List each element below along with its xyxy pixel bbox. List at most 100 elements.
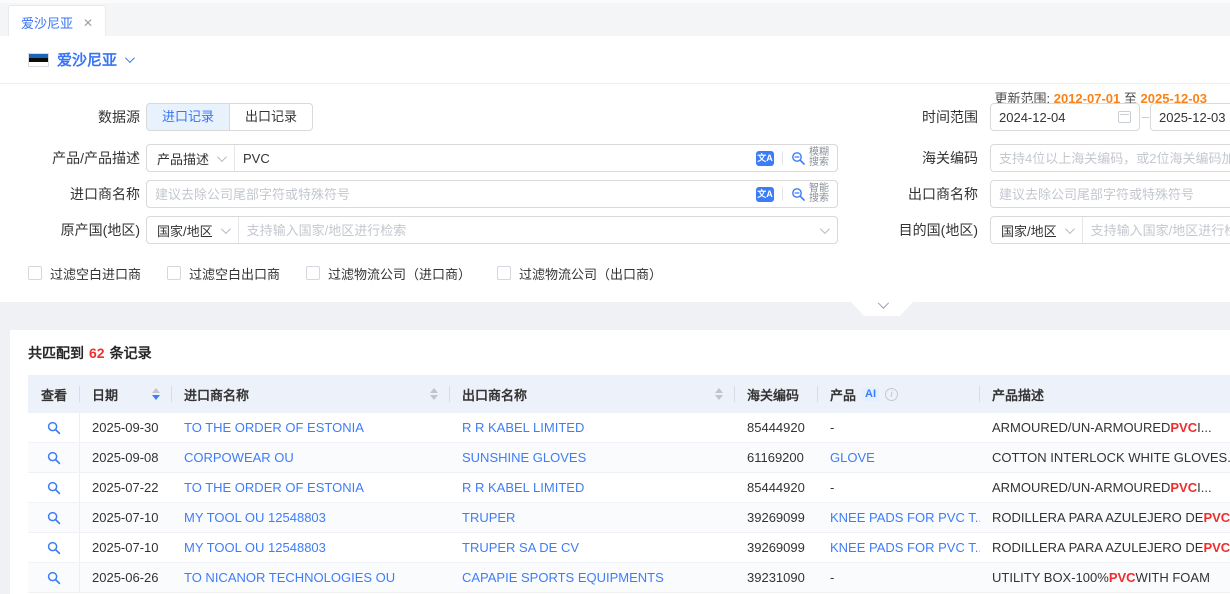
origin-country-select[interactable]: 国家/地区 xyxy=(147,217,239,243)
destination-country-select[interactable]: 国家/地区 xyxy=(991,217,1083,243)
view-record-button[interactable] xyxy=(47,481,61,495)
date-cell: 2025-07-22 xyxy=(80,473,172,502)
checkbox-icon[interactable] xyxy=(497,266,511,280)
collapse-panel-handle[interactable] xyxy=(851,302,913,316)
checkbox-filter-blank-exporter[interactable]: 过滤空白出口商 xyxy=(167,264,280,283)
view-record-button[interactable] xyxy=(47,421,61,435)
result-count: 共匹配到62条记录 xyxy=(28,343,152,363)
importer-link[interactable]: TO THE ORDER OF ESTONIA xyxy=(184,480,364,495)
description-text: RODILLERA PARA AZULEJERO DE xyxy=(992,540,1203,555)
sort-control-importer[interactable] xyxy=(430,388,438,400)
destination-input[interactable] xyxy=(1083,217,1230,243)
exporter-link[interactable]: TRUPER xyxy=(462,510,515,525)
info-icon[interactable]: i xyxy=(885,388,898,401)
sort-desc-icon[interactable] xyxy=(715,395,723,400)
importer-link[interactable]: TO NICANOR TECHNOLOGIES OU xyxy=(184,570,395,585)
checkbox-icon[interactable] xyxy=(167,266,181,280)
date-end-field[interactable] xyxy=(1150,103,1230,131)
product-link[interactable]: KNEE PADS FOR PVC T... xyxy=(830,540,980,555)
date-start-field[interactable] xyxy=(990,103,1140,131)
sort-desc-icon[interactable] xyxy=(430,395,438,400)
tab-bar: 爱沙尼亚 ✕ xyxy=(0,0,1230,36)
importer-cell: TO THE ORDER OF ESTONIA xyxy=(172,413,450,442)
sort-asc-icon[interactable] xyxy=(152,388,160,393)
origin-select-value: 国家/地区 xyxy=(157,221,213,240)
sort-desc-icon[interactable] xyxy=(152,395,160,400)
exporter-cell: TRUPER xyxy=(450,503,735,532)
column-header-date: 日期 xyxy=(80,375,172,413)
importer-link[interactable]: MY TOOL OU 12548803 xyxy=(184,510,326,525)
view-record-button[interactable] xyxy=(47,571,61,585)
exporter-link[interactable]: CAPAPIE SPORTS EQUIPMENTS xyxy=(462,570,664,585)
date-end-input[interactable] xyxy=(1151,104,1230,130)
product-link[interactable]: KNEE PADS FOR PVC T... xyxy=(830,510,980,525)
product-type-select[interactable]: 产品描述 xyxy=(147,145,235,171)
exporter-link[interactable]: R R KABEL LIMITED xyxy=(462,420,584,435)
importer-link[interactable]: TO THE ORDER OF ESTONIA xyxy=(184,420,364,435)
sort-asc-icon[interactable] xyxy=(715,388,723,393)
keyword-highlight: PVC xyxy=(1170,420,1197,435)
country-name[interactable]: 爱沙尼亚 xyxy=(57,49,117,70)
chevron-down-icon xyxy=(217,152,227,162)
product-search-field: 产品描述 文A 模糊搜索 xyxy=(146,144,838,172)
date-start-input[interactable] xyxy=(991,104,1118,130)
column-label: 进口商名称 xyxy=(184,385,249,404)
close-icon[interactable]: ✕ xyxy=(83,16,93,30)
description-cell: UTILITY BOX-100% PVC WITH FOAM xyxy=(980,563,1230,592)
checkbox-filter-logistics-exporter[interactable]: 过滤物流公司（出口商） xyxy=(497,264,662,283)
date-range-separator: – xyxy=(1142,103,1149,131)
table-body: 2025-09-30TO THE ORDER OF ESTONIAR R KAB… xyxy=(28,413,1230,593)
exporter-field[interactable] xyxy=(990,180,1230,208)
hs-code-field[interactable] xyxy=(990,144,1230,172)
importer-input[interactable] xyxy=(147,181,756,207)
import-records-tab[interactable]: 进口记录 xyxy=(146,103,230,131)
result-count-prefix: 共匹配到 xyxy=(28,345,84,361)
product-input[interactable] xyxy=(235,145,756,171)
column-header-description: 产品描述 xyxy=(980,375,1230,413)
exporter-link[interactable]: SUNSHINE GLOVES xyxy=(462,450,586,465)
checkbox-icon[interactable] xyxy=(306,266,320,280)
product-cell: GLOVE xyxy=(818,443,980,472)
smart-search-button[interactable]: 智能搜索 xyxy=(791,184,837,204)
importer-link[interactable]: MY TOOL OU 12548803 xyxy=(184,540,326,555)
table-row: 2025-06-26TO NICANOR TECHNOLOGIES OUCAPA… xyxy=(28,563,1230,593)
magnifier-icon xyxy=(47,511,61,525)
table-row: 2025-07-10MY TOOL OU 12548803TRUPER39269… xyxy=(28,503,1230,533)
product-cell: - xyxy=(818,413,980,442)
tab-title: 爱沙尼亚 xyxy=(21,13,73,32)
origin-input[interactable] xyxy=(239,217,820,243)
sort-control-date[interactable] xyxy=(152,388,160,400)
country-header: 爱沙尼亚 xyxy=(0,36,1230,84)
fuzzy-search-button[interactable]: 模糊搜索 xyxy=(791,148,837,168)
chevron-down-icon xyxy=(820,224,830,234)
filter-checkbox-row: 过滤空白进口商 过滤空白出口商 过滤物流公司（进口商） 过滤物流公司（出口商） xyxy=(28,265,662,281)
view-record-button[interactable] xyxy=(47,541,61,555)
checkbox-filter-logistics-importer[interactable]: 过滤物流公司（进口商） xyxy=(306,264,471,283)
sort-control-exporter[interactable] xyxy=(715,388,723,400)
destination-label: 目的国(地区) xyxy=(874,216,978,244)
view-record-button[interactable] xyxy=(47,451,61,465)
table-row: 2025-09-30TO THE ORDER OF ESTONIAR R KAB… xyxy=(28,413,1230,443)
table-row: 2025-07-10MY TOOL OU 12548803TRUPER SA D… xyxy=(28,533,1230,563)
exporter-link[interactable]: R R KABEL LIMITED xyxy=(462,480,584,495)
sort-asc-icon[interactable] xyxy=(430,388,438,393)
description-text: I... xyxy=(1197,480,1211,495)
tab-estonia[interactable]: 爱沙尼亚 ✕ xyxy=(8,5,106,39)
export-records-tab[interactable]: 出口记录 xyxy=(230,103,313,131)
description-text: UTILITY BOX-100% xyxy=(992,570,1109,585)
exporter-link[interactable]: TRUPER SA DE CV xyxy=(462,540,579,555)
checkbox-icon[interactable] xyxy=(28,266,42,280)
result-count-suffix: 条记录 xyxy=(110,345,152,361)
importer-link[interactable]: CORPOWEAR OU xyxy=(184,450,294,465)
translate-icon[interactable]: 文A xyxy=(756,187,774,202)
translate-icon[interactable]: 文A xyxy=(756,151,774,166)
column-header-view: 查看 xyxy=(28,375,80,413)
chevron-down-icon[interactable] xyxy=(125,53,135,63)
exporter-input[interactable] xyxy=(991,181,1230,207)
hs-code-input[interactable] xyxy=(991,145,1230,171)
checkbox-filter-blank-importer[interactable]: 过滤空白进口商 xyxy=(28,264,141,283)
hs-code-cell: 39269099 xyxy=(735,503,818,532)
view-record-button[interactable] xyxy=(47,511,61,525)
magnifier-icon xyxy=(47,541,61,555)
product-link[interactable]: GLOVE xyxy=(830,450,875,465)
